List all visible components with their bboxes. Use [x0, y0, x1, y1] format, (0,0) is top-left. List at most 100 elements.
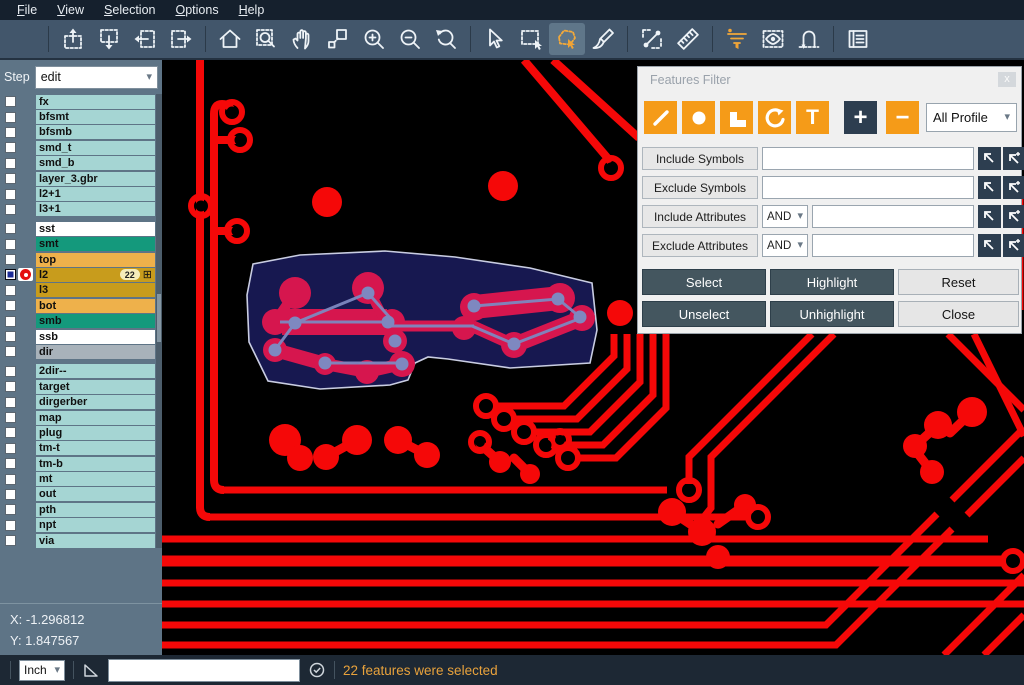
layer-visibility-checkbox[interactable] [5, 520, 16, 531]
menu-file[interactable]: File [8, 1, 46, 19]
rect-select-button[interactable] [513, 23, 549, 55]
include-attributes-operator[interactable]: AND ▾ [762, 205, 808, 228]
layer-visibility-checkbox[interactable] [5, 127, 16, 138]
symbol-pick-button[interactable] [978, 147, 1001, 170]
layer-label[interactable]: l3 [36, 283, 155, 297]
drag-zoom-button[interactable] [320, 23, 356, 55]
highlight-button[interactable]: Highlight [770, 269, 894, 295]
features-filter-button[interactable] [719, 23, 755, 55]
layer-label[interactable]: bfsmt [36, 110, 155, 124]
unselect-button[interactable]: Unselect [642, 301, 766, 327]
layer-row-l2[interactable]: l222⊞ [0, 267, 162, 282]
layer-label[interactable]: tm-b [36, 457, 155, 471]
units-select[interactable]: Inch ▾ [19, 660, 65, 681]
attribute-pick-add-button[interactable] [1003, 205, 1024, 228]
layer-row-plug[interactable]: plug [0, 425, 162, 440]
layer-row-mt[interactable]: mt [0, 471, 162, 486]
layer-label[interactable]: plug [36, 426, 155, 440]
ruler-button[interactable] [670, 23, 706, 55]
zoom-in-button[interactable] [356, 23, 392, 55]
exclude-symbols-input[interactable] [762, 176, 974, 199]
menu-help[interactable]: Help [230, 1, 274, 19]
include-symbols-input[interactable] [762, 147, 974, 170]
dialog-title[interactable]: Features Filter [638, 67, 1021, 93]
unhighlight-button[interactable]: Unhighlight [770, 301, 894, 327]
layer-visibility-checkbox[interactable] [5, 366, 16, 377]
layer-label[interactable]: fx [36, 95, 155, 109]
layer-label[interactable]: bot [36, 299, 155, 313]
line-feature-button[interactable] [644, 101, 677, 134]
layer-row-out[interactable]: out [0, 487, 162, 502]
selection-region[interactable] [247, 251, 597, 389]
layer-row-l3+1[interactable]: l3+1 [0, 202, 162, 217]
layer-row-smt[interactable]: smt [0, 237, 162, 252]
layer-row-fx[interactable]: fx [0, 94, 162, 109]
attribute-pick-button[interactable] [978, 234, 1001, 257]
layer-label[interactable]: smd_t [36, 141, 155, 155]
pad-feature-button[interactable] [682, 101, 715, 134]
exclude-attributes-button[interactable]: Exclude Attributes [642, 234, 758, 257]
layer-visibility-checkbox[interactable] [5, 189, 16, 200]
layer-row-2dir--[interactable]: 2dir-- [0, 364, 162, 379]
layer-label[interactable]: sst [36, 222, 155, 236]
layer-label[interactable]: tm-t [36, 441, 155, 455]
home-view-button[interactable] [212, 23, 248, 55]
layer-visibility-checkbox[interactable] [5, 96, 16, 107]
zoom-out-button[interactable] [392, 23, 428, 55]
select-arrow-button[interactable] [477, 23, 513, 55]
polygon-select-button[interactable] [549, 23, 585, 55]
layer-visibility-checkbox[interactable] [5, 504, 16, 515]
layer-row-smd_b[interactable]: smd_b [0, 156, 162, 171]
pan-hand-button[interactable] [284, 23, 320, 55]
measure-button[interactable] [634, 23, 670, 55]
layer-row-l3[interactable]: l3 [0, 283, 162, 298]
layer-label[interactable]: 2dir-- [36, 364, 155, 378]
layer-label[interactable]: layer_3.gbr [36, 172, 155, 186]
clean-brush-button[interactable] [585, 23, 621, 55]
pan-left-button[interactable] [127, 23, 163, 55]
menu-options[interactable]: Options [166, 1, 227, 19]
layer-visibility-checkbox[interactable] [5, 204, 16, 215]
layer-visibility-checkbox[interactable] [5, 427, 16, 438]
report-button[interactable] [840, 23, 876, 55]
layer-row-dirgerber[interactable]: dirgerber [0, 394, 162, 409]
step-select[interactable]: edit ▾ [35, 66, 158, 89]
text-feature-button[interactable]: T [796, 101, 829, 134]
layer-label[interactable]: smd_b [36, 156, 155, 170]
layer-label[interactable]: dirgerber [36, 395, 155, 409]
layer-label[interactable]: map [36, 411, 155, 425]
attribute-pick-button[interactable] [978, 205, 1001, 228]
layer-label[interactable]: l3+1 [36, 202, 155, 216]
layer-label[interactable]: target [36, 380, 155, 394]
layer-label[interactable]: out [36, 487, 155, 501]
layer-row-bfsmt[interactable]: bfsmt [0, 109, 162, 124]
pan-down-button[interactable] [91, 23, 127, 55]
layer-row-npt[interactable]: npt [0, 518, 162, 533]
reset-button[interactable]: Reset [898, 269, 1019, 295]
symbol-pick-add-button[interactable] [1003, 147, 1024, 170]
exclude-attributes-input[interactable] [812, 234, 974, 257]
pan-right-button[interactable] [163, 23, 199, 55]
layer-label[interactable]: npt [36, 518, 155, 532]
select-button[interactable]: Select [642, 269, 766, 295]
layer-visibility-checkbox[interactable] [5, 489, 16, 500]
profile-select[interactable]: All Profile ▾ [926, 103, 1017, 132]
surface-feature-button[interactable] [720, 101, 753, 134]
remove-filter-button[interactable]: − [886, 101, 919, 134]
layer-row-target[interactable]: target [0, 379, 162, 394]
layer-row-tm-b[interactable]: tm-b [0, 456, 162, 471]
symbol-pick-add-button[interactable] [1003, 176, 1024, 199]
layer-visibility-checkbox[interactable] [5, 285, 16, 296]
layer-label[interactable]: smb [36, 314, 155, 328]
layer-row-via[interactable]: via [0, 533, 162, 548]
open-file-button[interactable] [6, 23, 42, 55]
layer-label[interactable]: l2+1 [36, 187, 155, 201]
layer-row-ssb[interactable]: ssb [0, 329, 162, 344]
layer-visibility-checkbox[interactable] [5, 142, 16, 153]
layer-row-pth[interactable]: pth [0, 502, 162, 517]
add-filter-button[interactable]: + [844, 101, 877, 134]
layer-visibility-checkbox[interactable] [5, 474, 16, 485]
layer-row-smb[interactable]: smb [0, 313, 162, 328]
layer-row-dir[interactable]: dir [0, 344, 162, 359]
layer-label[interactable]: bfsmb [36, 125, 155, 139]
